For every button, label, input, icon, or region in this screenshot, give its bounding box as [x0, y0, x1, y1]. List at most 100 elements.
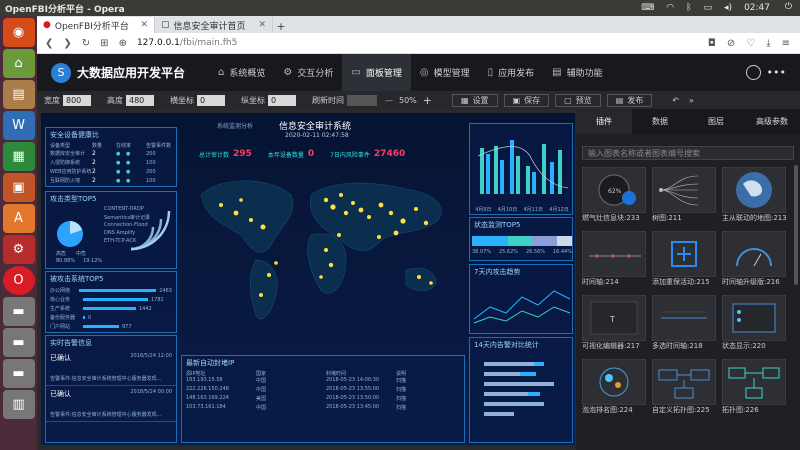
clock[interactable]: 02:47 — [744, 3, 770, 13]
publish-button[interactable]: ▤ 发布 — [606, 93, 653, 107]
opera-icon[interactable]: O — [2, 266, 35, 295]
zoom-in-icon[interactable]: + — [423, 94, 432, 107]
shield-icon[interactable]: ⊘ — [727, 38, 735, 49]
avatar[interactable] — [745, 65, 761, 80]
plugin-card[interactable]: 泡泡排名图:224 — [582, 359, 646, 416]
editor-canvas[interactable]: 系统监测分析 信息安全审计系统 2020-02-11 02:47:58 总计审计… — [37, 109, 576, 450]
camera-icon[interactable]: ◘ — [708, 38, 716, 49]
plugin-thumbnail-bubble[interactable] — [582, 359, 646, 405]
tab-plugins[interactable]: 插件 — [576, 109, 632, 134]
system-link[interactable]: 系统监测分析 — [217, 121, 253, 130]
plugin-card[interactable]: 多选时间轴:218 — [652, 295, 716, 352]
nav-panels[interactable]: ▭ 面板管理 — [342, 54, 411, 91]
plugin-thumbnail-globe[interactable] — [722, 167, 786, 213]
nav-interactive[interactable]: ⚙ 交互分析 — [274, 54, 342, 91]
settings-icon[interactable]: ⚙ — [2, 235, 35, 264]
more-icon[interactable]: ••• — [767, 66, 786, 79]
close-tab-icon[interactable]: ✕ — [258, 20, 266, 30]
ubuntu-logo-icon[interactable]: ◉ — [2, 18, 35, 47]
plugin-card[interactable]: 状态显示:220 — [722, 295, 786, 352]
panel-trend[interactable]: 7天内攻击趋势 — [469, 264, 573, 334]
menu-icon[interactable]: ≡ — [782, 38, 790, 49]
width-input[interactable]: 800 — [63, 94, 91, 106]
panel-targets[interactable]: 被攻击系统TOP5 办公网络 2463 核心业务 1781 生产系统 1442 备份服务器 0… — [45, 271, 177, 333]
tab-openfbi[interactable]: ● OpenFBI分析平台 ✕ — [37, 17, 155, 33]
download-icon[interactable]: ⤓ — [766, 38, 770, 49]
back-icon[interactable]: ❮ — [45, 38, 53, 49]
new-tab-button[interactable]: + — [273, 20, 289, 33]
panel-devices[interactable]: 安全设备健康比 设备类型 数量 在线率 告警事件数 数据库安全审计 2 ● ● 200… — [45, 127, 177, 187]
tab-advanced[interactable]: 高级参数 — [744, 109, 800, 134]
table-row[interactable]: 222.226.150.246 中国 2018-05-23 13:55:00 扫描 — [182, 386, 464, 395]
collapse-icon[interactable]: » — [689, 96, 694, 105]
trash-icon[interactable]: ▥ — [2, 390, 35, 419]
keyboard-icon[interactable]: ⌨ — [641, 3, 654, 13]
sidebar-scrollbar[interactable] — [794, 165, 798, 285]
software-center-icon[interactable]: ⌂ — [2, 49, 35, 78]
table-row[interactable]: 103.73.161.184 中国 2018-05-23 13:45:00 扫描 — [182, 404, 464, 413]
plugin-thumbnail-status[interactable] — [722, 295, 786, 341]
tab-data[interactable]: 数据 — [632, 109, 688, 134]
close-tab-icon[interactable]: ✕ — [140, 20, 148, 30]
nav-tools[interactable]: ▤ 辅助功能 — [543, 54, 611, 91]
plugin-card[interactable]: 拓扑图:226 — [722, 359, 786, 416]
user-menu[interactable]: ••• — [745, 65, 800, 80]
alert-item[interactable]: 已确认 2018/5/24 00:00 告警事件:信息安全审计系统管理中心服务器发现… — [46, 386, 176, 422]
device-row[interactable]: WEB应用防护系统 2 ● ● 200 — [46, 167, 176, 176]
bluetooth-icon[interactable]: ᛒ — [686, 3, 691, 13]
plugin-card[interactable]: 时间轴升级版:216 — [722, 231, 786, 288]
battery-icon[interactable]: ▭ — [704, 3, 713, 13]
files-icon[interactable]: ▤ — [2, 80, 35, 109]
plugin-card[interactable]: T 可视化编辑器:217 — [582, 295, 646, 352]
disk3-icon[interactable]: ▬ — [2, 359, 35, 388]
impress-icon[interactable]: ▣ — [2, 173, 35, 202]
disk-icon[interactable]: ▬ — [2, 297, 35, 326]
writer-icon[interactable]: W — [2, 111, 35, 140]
device-row[interactable]: 入侵防御系统 2 ● ● 100 — [46, 158, 176, 167]
plugin-card[interactable]: 自定义拓扑图:225 — [652, 359, 716, 416]
url-field[interactable]: 127.0.0.1/fbi/main.fh5 — [137, 38, 237, 48]
plugin-thumbnail-topo[interactable] — [652, 359, 716, 405]
plugin-thumbnail-text[interactable]: T — [582, 295, 646, 341]
table-row[interactable]: 183.193.15.58 中国 2018-05-23 14:00:30 扫描 — [182, 377, 464, 386]
panel-status[interactable]: 状态监测TOP5 38.07% 25.62% 26.56% 16.44% — [469, 217, 573, 261]
plugin-thumbnail-plus[interactable] — [652, 231, 716, 277]
plugin-card[interactable]: 时间轴:214 — [582, 231, 646, 288]
device-row[interactable]: 互联网防火墙 2 ● ● 100 — [46, 176, 176, 185]
panel-alerts[interactable]: 实时告警信息 已确认 2018/5/24 12:00 告警事件:信息安全审计系统管理… — [45, 335, 177, 443]
volume-icon[interactable]: ◂) — [724, 3, 732, 13]
settings-button[interactable]: ▦ 设置 — [452, 93, 498, 107]
height-input[interactable]: 480 — [126, 94, 154, 106]
plugin-card[interactable]: 添加重保活动:215 — [652, 231, 716, 288]
bookmark-icon[interactable]: ♡ — [746, 38, 755, 49]
plugin-thumbnail-arc[interactable] — [722, 231, 786, 277]
nav-publish[interactable]: ▯ 应用发布 — [479, 54, 544, 91]
preview-button[interactable]: ▢ 预览 — [555, 93, 601, 107]
x-input[interactable]: 0 — [197, 94, 225, 106]
plugin-thumbnail-topo2[interactable] — [722, 359, 786, 405]
forward-icon[interactable]: ❯ — [63, 38, 71, 49]
nav-models[interactable]: ◎ 模型管理 — [411, 54, 479, 91]
plugin-card[interactable]: 62% 燃气灶信息块:233 — [582, 167, 646, 224]
y-input[interactable]: 0 — [268, 94, 296, 106]
nav-overview[interactable]: ⌂ 系统概览 — [209, 54, 274, 91]
plugin-card[interactable]: 树图:211 — [652, 167, 716, 224]
plugin-thumbnail-tree[interactable] — [652, 167, 716, 213]
tab-layers[interactable]: 图层 — [688, 109, 744, 134]
plugin-thumbnail-timeline[interactable] — [582, 231, 646, 277]
save-button[interactable]: ▣ 保存 — [503, 93, 550, 107]
device-row[interactable]: 数据库安全审计 2 ● ● 200 — [46, 149, 176, 158]
dashboard-preview[interactable]: 系统监测分析 信息安全审计系统 2020-02-11 02:47:58 总计审计… — [41, 113, 575, 445]
plugin-card[interactable]: 主从联动的地图:213 — [722, 167, 787, 224]
plugin-thumbnail-multi[interactable] — [652, 295, 716, 341]
wifi-icon[interactable]: ◠ — [666, 3, 674, 13]
refresh-input[interactable] — [347, 94, 377, 106]
panel-daily-bars[interactable]: 4月9日 4月10日 4月11日 4月12日 — [469, 123, 573, 215]
zoom-out-icon[interactable]: — — [385, 96, 393, 105]
disk2-icon[interactable]: ▬ — [2, 328, 35, 357]
table-row[interactable]: 148.163.169.224 美国 2018-05-23 13:50:00 扫描 — [182, 395, 464, 404]
panel-recent-ip[interactable]: 最新自动封堵IP 源IP地址 国家 封堵时间 说明 183.193.15.58 中… — [181, 355, 465, 443]
speed-dial-icon[interactable]: ⊞ — [100, 38, 108, 49]
calc-icon[interactable]: ▦ — [2, 142, 35, 171]
undo-icon[interactable]: ↶ — [672, 96, 679, 105]
